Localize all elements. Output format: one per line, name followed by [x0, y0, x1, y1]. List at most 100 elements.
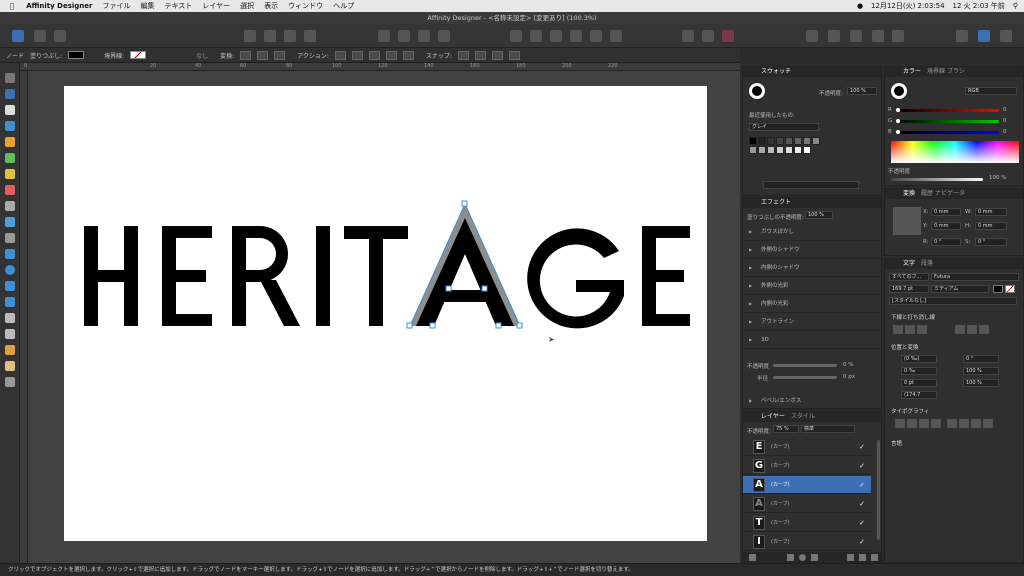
subscript-icon[interactable] — [959, 419, 969, 428]
text-fill-swatch[interactable] — [993, 285, 1003, 293]
artboard-tool-icon[interactable] — [5, 89, 15, 99]
snapping-magnet-icon[interactable] — [722, 30, 734, 42]
add-layer-icon[interactable] — [847, 554, 854, 561]
stroke-swatch[interactable] — [130, 51, 147, 59]
menu-select[interactable]: 選択 — [240, 1, 254, 11]
color-opacity-value[interactable]: 100 % — [989, 175, 1006, 181]
typography-section[interactable]: タイポグラフィ — [891, 407, 929, 415]
boolean-divide-icon[interactable] — [892, 30, 904, 42]
align-middle-icon[interactable] — [590, 30, 602, 42]
effect-outer-shadow[interactable]: 外側のシャドウ — [743, 241, 881, 259]
swatch-grey[interactable] — [803, 137, 811, 145]
double-strike-icon[interactable] — [967, 325, 977, 334]
horizontal-scale-field[interactable]: 100 % — [963, 379, 999, 387]
fill-swatch[interactable] — [68, 51, 85, 59]
date-badge[interactable]: 12 火 2:03 午前 — [953, 1, 1005, 11]
swatch-grey[interactable] — [785, 137, 793, 145]
align-right-icon[interactable] — [550, 30, 562, 42]
snap-icon-4[interactable] — [508, 50, 520, 60]
place-image-icon[interactable] — [5, 217, 15, 227]
folder-icon[interactable] — [859, 554, 866, 561]
apple-icon[interactable]:  — [10, 2, 14, 10]
g-slider[interactable] — [897, 120, 999, 123]
swatch-grey[interactable] — [794, 146, 802, 154]
menu-edit[interactable]: 編集 — [140, 1, 154, 11]
effect-3d[interactable]: 3D — [743, 331, 881, 349]
strike-style-icon[interactable] — [979, 325, 989, 334]
swatch-grey[interactable] — [767, 137, 775, 145]
color-tabs[interactable]: カラー 境界線 ブラシ — [885, 67, 1023, 77]
align-left-icon[interactable] — [510, 30, 522, 42]
r-knob[interactable] — [895, 107, 901, 113]
move-tool-icon[interactable] — [5, 73, 15, 83]
rectangle-tool-icon[interactable] — [5, 249, 15, 259]
font-size-field[interactable]: 169.7 pt — [889, 285, 929, 293]
clock[interactable]: 12月12日(火) 2:03:54 — [871, 1, 945, 11]
arrange-front-icon[interactable] — [244, 30, 256, 42]
arrange-back-icon[interactable] — [304, 30, 316, 42]
typo-icon-3[interactable] — [919, 419, 929, 428]
text-tool-icon[interactable] — [5, 313, 15, 323]
assistant-icon[interactable] — [956, 30, 968, 42]
swatch-opacity-field[interactable]: 100 % — [847, 87, 877, 95]
arrange-backward-icon[interactable] — [284, 30, 296, 42]
strikethrough-icon[interactable] — [955, 325, 965, 334]
g-value[interactable]: 0 — [1003, 118, 1007, 124]
persona-export-icon[interactable] — [54, 30, 66, 42]
align-bottom-icon[interactable] — [610, 30, 622, 42]
flip-horizontal-icon[interactable] — [378, 30, 390, 42]
swatch-grey[interactable] — [767, 146, 775, 154]
typo-icon-2[interactable] — [907, 419, 917, 428]
layer-row-selected[interactable]: A (カーブ) ✓ — [743, 476, 871, 494]
palette-select[interactable]: グレイ — [749, 123, 819, 131]
reverse-curve-icon[interactable] — [402, 50, 414, 60]
brush-tool-icon[interactable] — [5, 169, 15, 179]
menu-text[interactable]: テキスト — [164, 1, 192, 11]
superscript-icon[interactable] — [947, 419, 957, 428]
underline-section[interactable]: 下線と打ち消し線 — [891, 313, 935, 321]
swatches-tab[interactable]: スウォッチ — [743, 67, 881, 77]
snap-icon-3[interactable] — [491, 50, 503, 60]
underline-style-icon[interactable] — [917, 325, 927, 334]
text-rotation-field[interactable]: 0 ° — [963, 355, 999, 363]
baseline-field[interactable]: 0 pt — [901, 379, 937, 387]
typo-icon-4[interactable] — [931, 419, 941, 428]
menu-view[interactable]: 表示 — [264, 1, 278, 11]
layer-row[interactable]: T (カーブ) ✓ — [743, 514, 871, 532]
trash-icon[interactable] — [871, 554, 878, 561]
layer-row[interactable]: I (カーブ) ✓ — [743, 533, 871, 551]
b-knob[interactable] — [895, 129, 901, 135]
h-field[interactable]: 0 mm — [975, 222, 1007, 230]
snap-icon-1[interactable] — [457, 50, 469, 60]
layer-row[interactable]: A (カーブ) ✓ — [743, 495, 871, 513]
text-stroke-swatch[interactable] — [1005, 285, 1015, 293]
effect-inner-shadow[interactable]: 内側のシャドウ — [743, 259, 881, 277]
x-field[interactable]: 0 mm — [931, 208, 961, 216]
vertical-scale-field[interactable]: 100 % — [963, 367, 999, 375]
text-tabs[interactable]: 文字 段落 — [885, 259, 1023, 269]
transform-tabs[interactable]: 変換 履歴 ナビゲータ — [885, 189, 1023, 199]
layers-scrollbar[interactable] — [877, 440, 880, 540]
color-opacity-slider[interactable] — [891, 178, 983, 181]
snap-icon-2[interactable] — [474, 50, 486, 60]
break-curve-icon[interactable] — [334, 50, 346, 60]
color-model-select[interactable]: RGB — [965, 87, 1017, 95]
close-curve-icon[interactable] — [351, 50, 363, 60]
pencil-tool-icon[interactable] — [5, 153, 15, 163]
swatch-grey[interactable] — [812, 137, 820, 145]
color-spectrum[interactable] — [891, 141, 1019, 163]
effect-outer-glow[interactable]: 外側の光彩 — [743, 277, 881, 295]
typo-icon-1[interactable] — [895, 419, 905, 428]
snapping-grid-icon[interactable] — [682, 30, 694, 42]
flip-vertical-icon[interactable] — [398, 30, 410, 42]
b-slider[interactable] — [897, 131, 999, 134]
artwork-svg[interactable]: ➤ — [64, 86, 707, 541]
zoom-tool-icon[interactable] — [5, 377, 15, 387]
kerning-field[interactable]: (0 ‰) — [901, 355, 937, 363]
underline-icon[interactable] — [893, 325, 903, 334]
effect-bevel-emboss[interactable]: ベベル/エンボス — [743, 392, 881, 410]
swatch-grey[interactable] — [758, 146, 766, 154]
rotate-left-icon[interactable] — [418, 30, 430, 42]
layer-row[interactable]: E (カーブ) ✓ — [743, 438, 871, 456]
sharp-node-icon[interactable] — [240, 50, 252, 60]
